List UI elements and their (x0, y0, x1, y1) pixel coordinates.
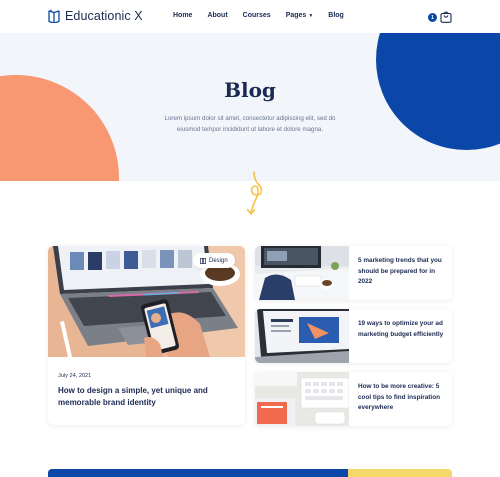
banner-yellow-edge (348, 469, 452, 477)
hero-section: Blog Lorem ipsum dolor sit amet, consect… (0, 33, 500, 181)
shopping-bag-icon[interactable] (440, 10, 452, 23)
side-post-title-3[interactable]: How to be more creative: 5 cool tips to … (358, 382, 448, 414)
nav-item-blog[interactable]: Blog (328, 12, 344, 19)
category-icon (200, 257, 206, 264)
site-header: Educationic X Home About Courses Pages ▼… (0, 0, 500, 33)
hero-description: Lorem ipsum dolor sit amet, consectetur … (150, 113, 350, 135)
nav-item-about[interactable]: About (207, 12, 227, 19)
category-tag-label: Design (209, 257, 228, 264)
cart-count-badge: 1 (428, 13, 437, 22)
book-icon (48, 9, 60, 23)
side-post-title-2[interactable]: 19 ways to optimize your ad marketing bu… (358, 319, 448, 340)
squiggle-decor-icon (246, 171, 263, 215)
nav-item-pages-label: Pages (285, 12, 307, 19)
side-post-card-2[interactable]: 19 ways to optimize your ad marketing bu… (255, 309, 452, 363)
chevron-down-icon: ▼ (308, 12, 314, 19)
category-tag[interactable]: Design (193, 253, 235, 268)
nav-item-home[interactable]: Home (173, 12, 192, 19)
main-nav: Home About Courses Pages ▼ Blog (173, 12, 359, 19)
featured-post-date: July 24, 2021 (58, 373, 92, 379)
nav-item-pages[interactable]: Pages ▼ (286, 12, 314, 19)
hero-description-line1: Lorem ipsum dolor sit amet, consectetur … (164, 115, 336, 122)
side-post-title-1[interactable]: 5 marketing trends that you should be pr… (358, 256, 448, 288)
brand-name: Educationic X (65, 9, 143, 23)
featured-post-title[interactable]: How to design a simple, yet unique and m… (58, 385, 236, 409)
side-post-image-1 (255, 246, 349, 300)
banner-blue-edge (48, 469, 348, 477)
side-post-card-3[interactable]: How to be more creative: 5 cool tips to … (255, 372, 452, 426)
side-post-card-1[interactable]: 5 marketing trends that you should be pr… (255, 246, 452, 300)
page-title: Blog (224, 78, 276, 102)
side-post-image-3 (255, 372, 349, 426)
brand-logo[interactable]: Educationic X (48, 9, 143, 23)
featured-post-card[interactable]: July 24, 2021 How to design a simple, ye… (48, 246, 245, 425)
nav-item-courses[interactable]: Courses (243, 12, 271, 19)
hero-description-line2: eiusmod tempor incididunt ut labore et d… (176, 126, 324, 133)
side-post-image-2 (255, 309, 349, 363)
